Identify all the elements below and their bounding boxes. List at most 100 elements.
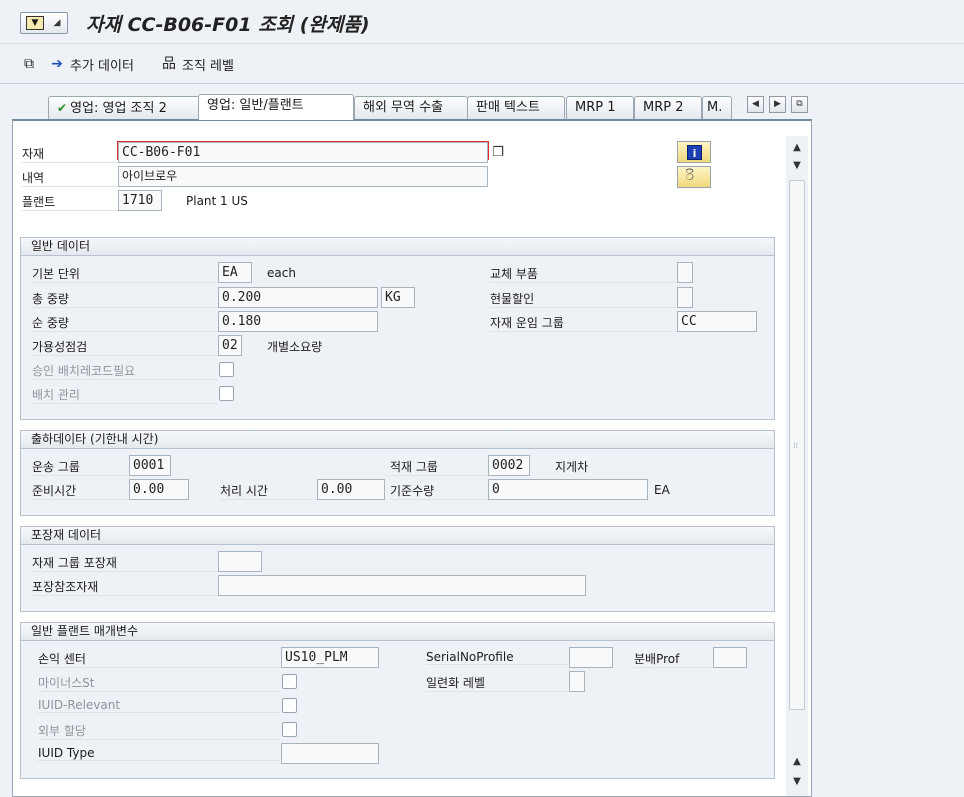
- scroll-down-icon[interactable]: ▲: [789, 754, 805, 770]
- gross-weight-field[interactable]: 0.200: [218, 287, 378, 308]
- org-levels-label: 조직 레벨: [182, 58, 234, 74]
- tab-scroll-left-button[interactable]: ◀: [747, 96, 764, 113]
- gross-weight-label: 총 중량: [32, 290, 218, 308]
- additional-data-button[interactable]: ➔ 추가 데이터: [48, 54, 134, 74]
- external-allocation-checkbox[interactable]: [282, 722, 297, 737]
- description-label: 내역: [22, 169, 118, 187]
- base-unit-field[interactable]: EA: [218, 262, 252, 283]
- distribution-profile-label: 분배Prof: [634, 650, 712, 668]
- dropdown-icon: ◢: [53, 18, 61, 28]
- setup-time-field[interactable]: 0.00: [129, 479, 189, 500]
- trans-group-label: 운송 그룹: [32, 458, 128, 476]
- tab-mrp-1[interactable]: MRP 1: [566, 96, 634, 120]
- approved-batch-label: 승인 배치레코드필요: [32, 362, 218, 380]
- profit-center-label: 손익 센터: [38, 650, 280, 668]
- transaction-icon: ▼: [26, 16, 44, 30]
- negative-stock-checkbox[interactable]: [282, 674, 297, 689]
- base-quantity-unit: EA: [654, 483, 670, 497]
- scroll-up-icon[interactable]: ▼: [789, 158, 805, 174]
- system-menu-button[interactable]: ▼ ◢: [20, 12, 68, 34]
- negative-stock-label: 마이너스St: [38, 674, 280, 692]
- approved-batch-checkbox[interactable]: [219, 362, 234, 377]
- scroll-bottom-icon[interactable]: ▼: [789, 774, 805, 790]
- serialization-level-label: 일련화 레벨: [426, 674, 568, 692]
- tab-sales-org-2[interactable]: ✔ 영업: 영업 조직 2: [48, 96, 200, 120]
- scroll-grip-icon: ⁞⁞: [793, 441, 799, 450]
- iuid-relevant-checkbox[interactable]: [282, 698, 297, 713]
- additional-data-label: 추가 데이터: [70, 58, 134, 74]
- info-button[interactable]: i: [677, 141, 711, 163]
- base-quantity-field[interactable]: 0: [488, 479, 648, 500]
- batch-management-checkbox[interactable]: [219, 386, 234, 401]
- info-icon: i: [687, 145, 702, 160]
- matl-group-packaging-field[interactable]: [218, 551, 262, 572]
- plant-label: 플랜트: [22, 193, 118, 211]
- arrow-right-small-icon: ▶: [774, 99, 781, 109]
- setup-time-label: 준비시간: [32, 482, 128, 500]
- ref-material-label: 포장참조자재: [32, 578, 218, 596]
- base-quantity-label: 기준수량: [390, 482, 488, 500]
- tab-mrp-2[interactable]: MRP 2: [634, 96, 702, 120]
- tab-more[interactable]: M.: [702, 96, 732, 120]
- serialization-level-field[interactable]: [569, 671, 585, 692]
- weight-unit-field[interactable]: KG: [381, 287, 415, 308]
- serial-profile-label: SerialNoProfile: [426, 650, 568, 665]
- other-view-button[interactable]: ⧉: [20, 54, 38, 74]
- processing-time-field[interactable]: 0.00: [317, 479, 385, 500]
- iuid-type-label: IUID Type: [38, 746, 280, 761]
- serial-profile-field[interactable]: [569, 647, 613, 668]
- batch-management-label: 배치 관리: [32, 386, 218, 404]
- plant-name: Plant 1 US: [186, 194, 248, 208]
- replacement-part-label: 교체 부품: [490, 265, 676, 283]
- group-title: 출하데이타 (기한내 시간): [21, 431, 774, 449]
- external-allocation-label: 외부 할당: [38, 722, 280, 740]
- vertical-scrollbar[interactable]: ▲ ▼ ⁞⁞ ▲ ▼: [786, 136, 808, 796]
- tab-sales-general-plant[interactable]: 영업: 일반/플랜트: [198, 94, 354, 120]
- loading-group-label: 적재 그룹: [390, 458, 488, 476]
- tab-list-button[interactable]: ⧉: [791, 96, 808, 113]
- base-unit-label: 기본 단위: [32, 265, 218, 283]
- scroll-top-icon[interactable]: ▲: [789, 140, 805, 156]
- arrow-right-icon: ➔: [51, 56, 63, 72]
- org-levels-button[interactable]: 品 조직 레벨: [160, 54, 234, 74]
- description-field[interactable]: 아이브로우: [118, 166, 488, 187]
- availability-check-field[interactable]: 02: [218, 335, 242, 356]
- material-field[interactable]: CC-B06-F01: [118, 142, 488, 163]
- material-label: 자재: [22, 145, 118, 163]
- loading-group-text: 지게차: [555, 460, 589, 474]
- profit-center-field[interactable]: US10_PLM: [281, 647, 379, 668]
- net-weight-label: 순 중량: [32, 314, 218, 332]
- arrow-left-icon: ◀: [752, 99, 759, 109]
- trans-group-field[interactable]: 0001: [129, 455, 171, 476]
- display-details-button[interactable]: රි: [677, 166, 711, 188]
- copy-icon[interactable]: ❐: [490, 145, 506, 161]
- other-view-icon: ⧉: [24, 56, 34, 72]
- processing-time-label: 처리 시간: [220, 482, 316, 500]
- cash-discount-field[interactable]: [677, 287, 693, 308]
- tab-foreign-trade-export[interactable]: 해외 무역 수출: [354, 96, 468, 120]
- ref-material-field[interactable]: [218, 575, 586, 596]
- group-title: 일반 데이터: [21, 238, 774, 256]
- group-title: 일반 플랜트 매개변수: [21, 623, 774, 641]
- checkmark-icon: ✔: [57, 101, 68, 115]
- distribution-profile-field[interactable]: [713, 647, 747, 668]
- iuid-relevant-label: IUID-Relevant: [38, 698, 280, 713]
- iuid-type-field[interactable]: [281, 743, 379, 764]
- page-title: 자재 CC-B06-F01 조회 (완제품): [86, 14, 370, 36]
- tab-scroll-right-button[interactable]: ▶: [769, 96, 786, 113]
- tab-list-icon: ⧉: [796, 99, 803, 109]
- availability-check-text: 개별소요량: [267, 340, 323, 354]
- scroll-track[interactable]: ⁞⁞: [789, 180, 805, 710]
- replacement-part-field[interactable]: [677, 262, 693, 283]
- loading-group-field[interactable]: 0002: [488, 455, 530, 476]
- cash-discount-label: 현물할인: [490, 290, 676, 308]
- application-toolbar: ⧉ ➔ 추가 데이터 品 조직 레벨: [0, 44, 964, 84]
- tab-sales-text[interactable]: 판매 텍스트: [467, 96, 565, 120]
- title-bar: ▼ ◢ 자재 CC-B06-F01 조회 (완제품): [0, 0, 964, 44]
- transport-group-field[interactable]: CC: [677, 311, 757, 332]
- transport-group-label: 자재 운임 그룹: [490, 314, 676, 332]
- glasses-icon: රි: [686, 169, 694, 184]
- base-unit-text: each: [267, 266, 296, 280]
- plant-field[interactable]: 1710: [118, 190, 162, 211]
- net-weight-field[interactable]: 0.180: [218, 311, 378, 332]
